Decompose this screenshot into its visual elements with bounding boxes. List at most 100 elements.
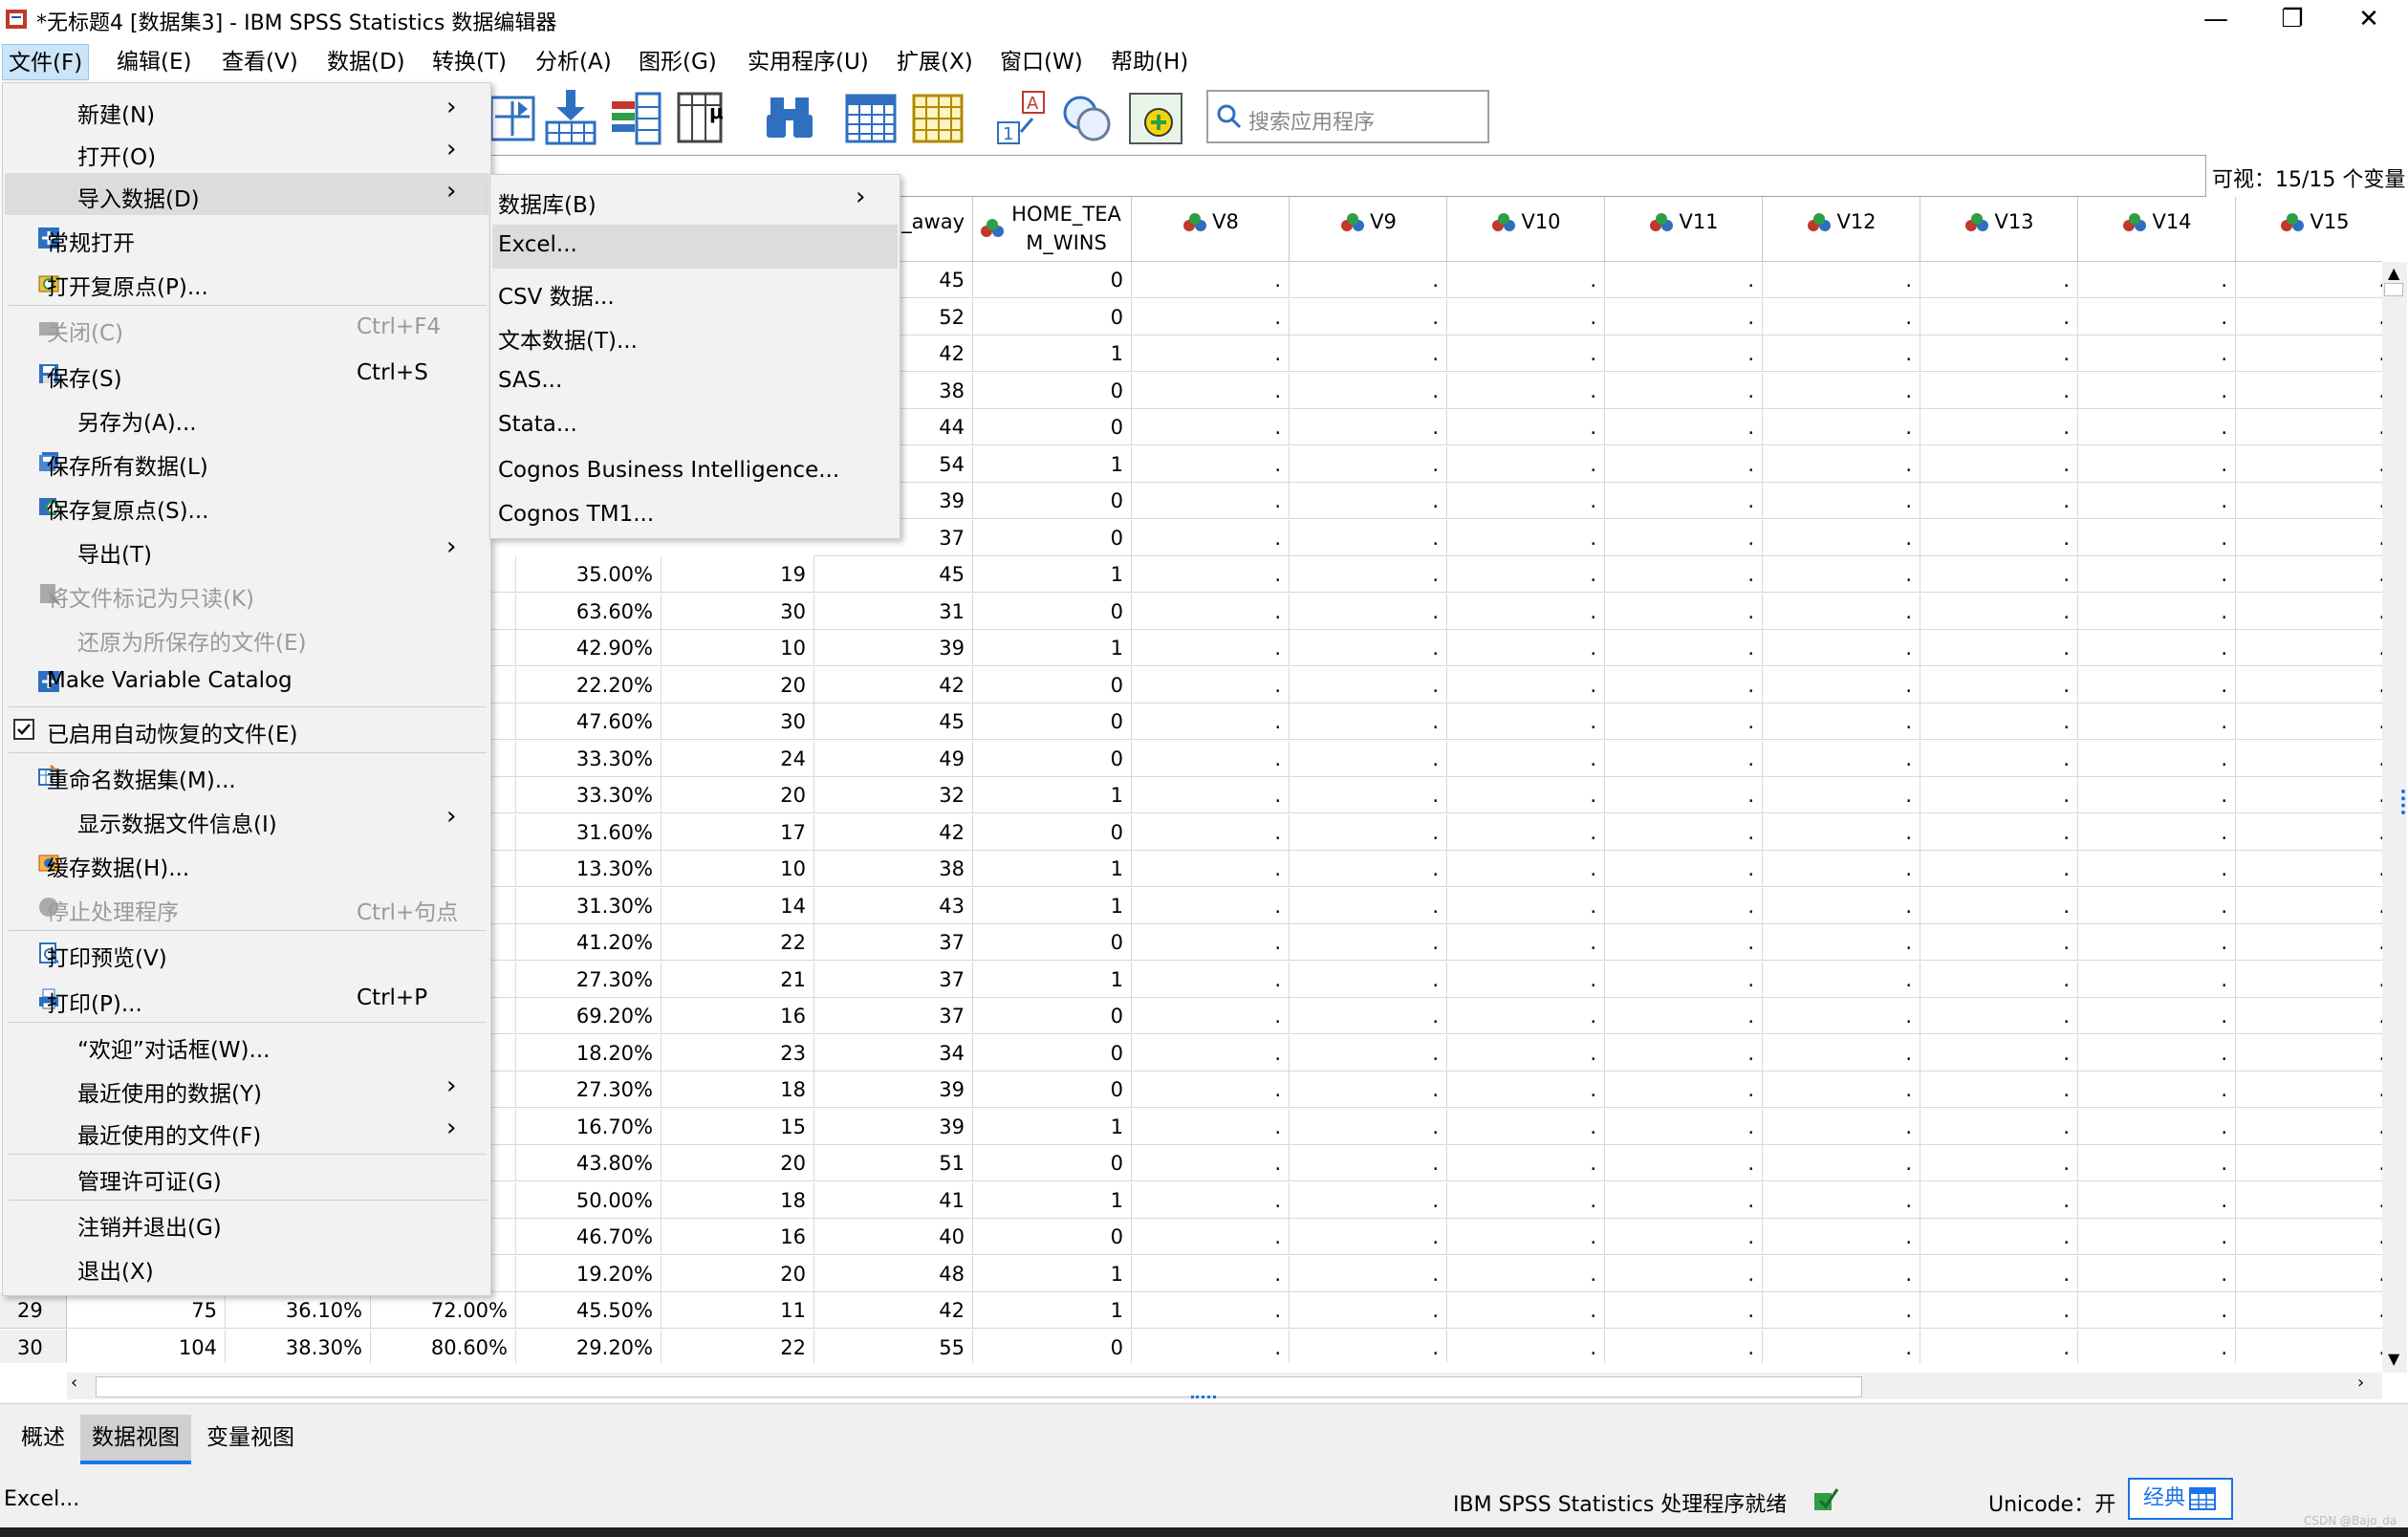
empty-data-cell[interactable]: . — [2078, 1072, 2236, 1108]
column-header-v15[interactable]: V15 — [2236, 197, 2382, 262]
menu-window[interactable]: 窗口(W) — [994, 44, 1089, 80]
empty-data-cell[interactable]: . — [1605, 777, 1763, 813]
file-menu-new[interactable]: 新建(N) › — [5, 89, 488, 131]
empty-data-cell[interactable]: . — [1605, 262, 1763, 298]
data-cell[interactable]: 42 — [814, 1292, 973, 1329]
empty-data-cell[interactable]: . — [2078, 409, 2236, 445]
empty-data-cell[interactable]: . — [2078, 666, 2236, 704]
data-cell[interactable]: 0 — [973, 704, 1132, 740]
import-cognos-bi[interactable]: Cognos Business Intelligence... — [492, 450, 898, 494]
empty-data-cell[interactable]: . — [1920, 372, 2078, 409]
empty-data-cell[interactable]: . — [1132, 740, 1290, 777]
data-cell[interactable]: 45.50% — [516, 1292, 662, 1329]
empty-data-cell[interactable]: . — [1920, 556, 2078, 593]
empty-data-cell[interactable]: . — [1290, 1145, 1447, 1181]
empty-data-cell[interactable]: . — [1920, 409, 2078, 445]
column-header-v14[interactable]: V14 — [2078, 197, 2236, 262]
data-cell[interactable]: 31.30% — [516, 887, 662, 924]
data-cell[interactable]: 45 — [814, 556, 973, 593]
empty-data-cell[interactable]: . — [1132, 998, 1290, 1034]
data-cell[interactable]: 0 — [973, 1145, 1132, 1181]
empty-data-cell[interactable]: . — [1763, 409, 1920, 445]
empty-data-cell[interactable]: . — [1447, 445, 1605, 483]
empty-data-cell[interactable]: . — [1605, 445, 1763, 483]
data-cell[interactable]: 37 — [814, 924, 973, 961]
empty-data-cell[interactable]: . — [1763, 851, 1920, 887]
file-menu-open[interactable]: 打开(O) › — [5, 131, 488, 173]
empty-data-cell[interactable]: . — [2236, 298, 2382, 336]
file-menu-recent-files[interactable]: 最近使用的文件(F) › — [5, 1110, 488, 1152]
empty-data-cell[interactable]: . — [1920, 1034, 2078, 1072]
empty-data-cell[interactable]: . — [1132, 961, 1290, 998]
empty-data-cell[interactable]: . — [1605, 409, 1763, 445]
import-stata[interactable]: Stata... — [492, 404, 898, 448]
data-cell[interactable]: 0 — [973, 1329, 1132, 1363]
menu-utilities[interactable]: 实用程序(U) — [742, 44, 875, 80]
empty-data-cell[interactable]: . — [1132, 372, 1290, 409]
data-cell[interactable]: 0 — [973, 740, 1132, 777]
empty-data-cell[interactable]: . — [2078, 336, 2236, 372]
empty-data-cell[interactable]: . — [2236, 851, 2382, 887]
empty-data-cell[interactable]: . — [1290, 1329, 1447, 1363]
empty-data-cell[interactable]: . — [1132, 777, 1290, 813]
empty-data-cell[interactable]: . — [2236, 887, 2382, 924]
data-cell[interactable]: 1 — [973, 1292, 1132, 1329]
data-cell[interactable]: 39 — [814, 1108, 973, 1145]
empty-data-cell[interactable]: . — [1447, 1181, 1605, 1219]
empty-data-cell[interactable]: . — [1447, 1145, 1605, 1181]
empty-data-cell[interactable]: . — [1132, 262, 1290, 298]
empty-data-cell[interactable]: . — [1290, 1219, 1447, 1255]
data-cell[interactable]: 0 — [973, 483, 1132, 519]
empty-data-cell[interactable]: . — [1290, 961, 1447, 998]
file-menu-make-variable-catalog[interactable]: Make Variable Catalog — [5, 660, 488, 703]
data-cell[interactable]: 22 — [662, 924, 814, 961]
data-cell[interactable]: 1 — [973, 887, 1132, 924]
empty-data-cell[interactable]: . — [1447, 924, 1605, 961]
data-cell[interactable]: 34 — [814, 1034, 973, 1072]
data-cell[interactable]: 45 — [814, 704, 973, 740]
empty-data-cell[interactable]: . — [1920, 298, 2078, 336]
file-menu-print-preview[interactable]: 打印预览(V) — [5, 932, 488, 974]
empty-data-cell[interactable]: . — [1763, 1072, 1920, 1108]
data-cell[interactable]: 51 — [814, 1145, 973, 1181]
empty-data-cell[interactable]: . — [1447, 336, 1605, 372]
empty-data-cell[interactable]: . — [1763, 1145, 1920, 1181]
empty-data-cell[interactable]: . — [1920, 1072, 2078, 1108]
empty-data-cell[interactable]: . — [1132, 666, 1290, 704]
empty-data-cell[interactable]: . — [1920, 961, 2078, 998]
empty-data-cell[interactable]: . — [1920, 666, 2078, 704]
data-cell[interactable]: 42 — [814, 666, 973, 704]
empty-data-cell[interactable]: . — [1290, 336, 1447, 372]
row-number[interactable]: 30 — [0, 1329, 67, 1363]
empty-data-cell[interactable]: . — [1605, 1329, 1763, 1363]
empty-data-cell[interactable]: . — [1290, 813, 1447, 851]
classic-mode-button[interactable]: 经典 — [2128, 1478, 2233, 1520]
data-cell[interactable]: 1 — [973, 1255, 1132, 1292]
empty-data-cell[interactable]: . — [1605, 740, 1763, 777]
data-cell[interactable]: 104 — [67, 1329, 226, 1363]
empty-data-cell[interactable]: . — [1605, 1108, 1763, 1145]
data-cell[interactable]: 1 — [973, 630, 1132, 666]
empty-data-cell[interactable]: . — [2236, 813, 2382, 851]
empty-data-cell[interactable]: . — [2078, 1329, 2236, 1363]
empty-data-cell[interactable]: . — [1920, 445, 2078, 483]
empty-data-cell[interactable]: . — [2236, 1145, 2382, 1181]
data-cell[interactable]: 0 — [973, 519, 1132, 556]
data-cell[interactable]: 0 — [973, 813, 1132, 851]
empty-data-cell[interactable]: . — [1605, 519, 1763, 556]
empty-data-cell[interactable]: . — [1132, 593, 1290, 630]
empty-data-cell[interactable]: . — [2236, 924, 2382, 961]
data-cell[interactable]: 1 — [973, 961, 1132, 998]
data-cell[interactable]: 1 — [973, 445, 1132, 483]
vertical-scrollbar[interactable]: ▲ ▼ — [2382, 262, 2407, 1373]
import-database[interactable]: 数据库(B) › — [492, 179, 898, 223]
empty-data-cell[interactable]: . — [1920, 1255, 2078, 1292]
data-cell[interactable]: 0 — [973, 1034, 1132, 1072]
empty-data-cell[interactable]: . — [1920, 851, 2078, 887]
value-labels-grid-icon[interactable] — [910, 88, 965, 147]
empty-data-cell[interactable]: . — [1290, 556, 1447, 593]
empty-data-cell[interactable]: . — [1290, 483, 1447, 519]
data-cell[interactable]: 39 — [814, 1072, 973, 1108]
data-cell[interactable]: 18.20% — [516, 1034, 662, 1072]
data-cell[interactable]: 17 — [662, 813, 814, 851]
